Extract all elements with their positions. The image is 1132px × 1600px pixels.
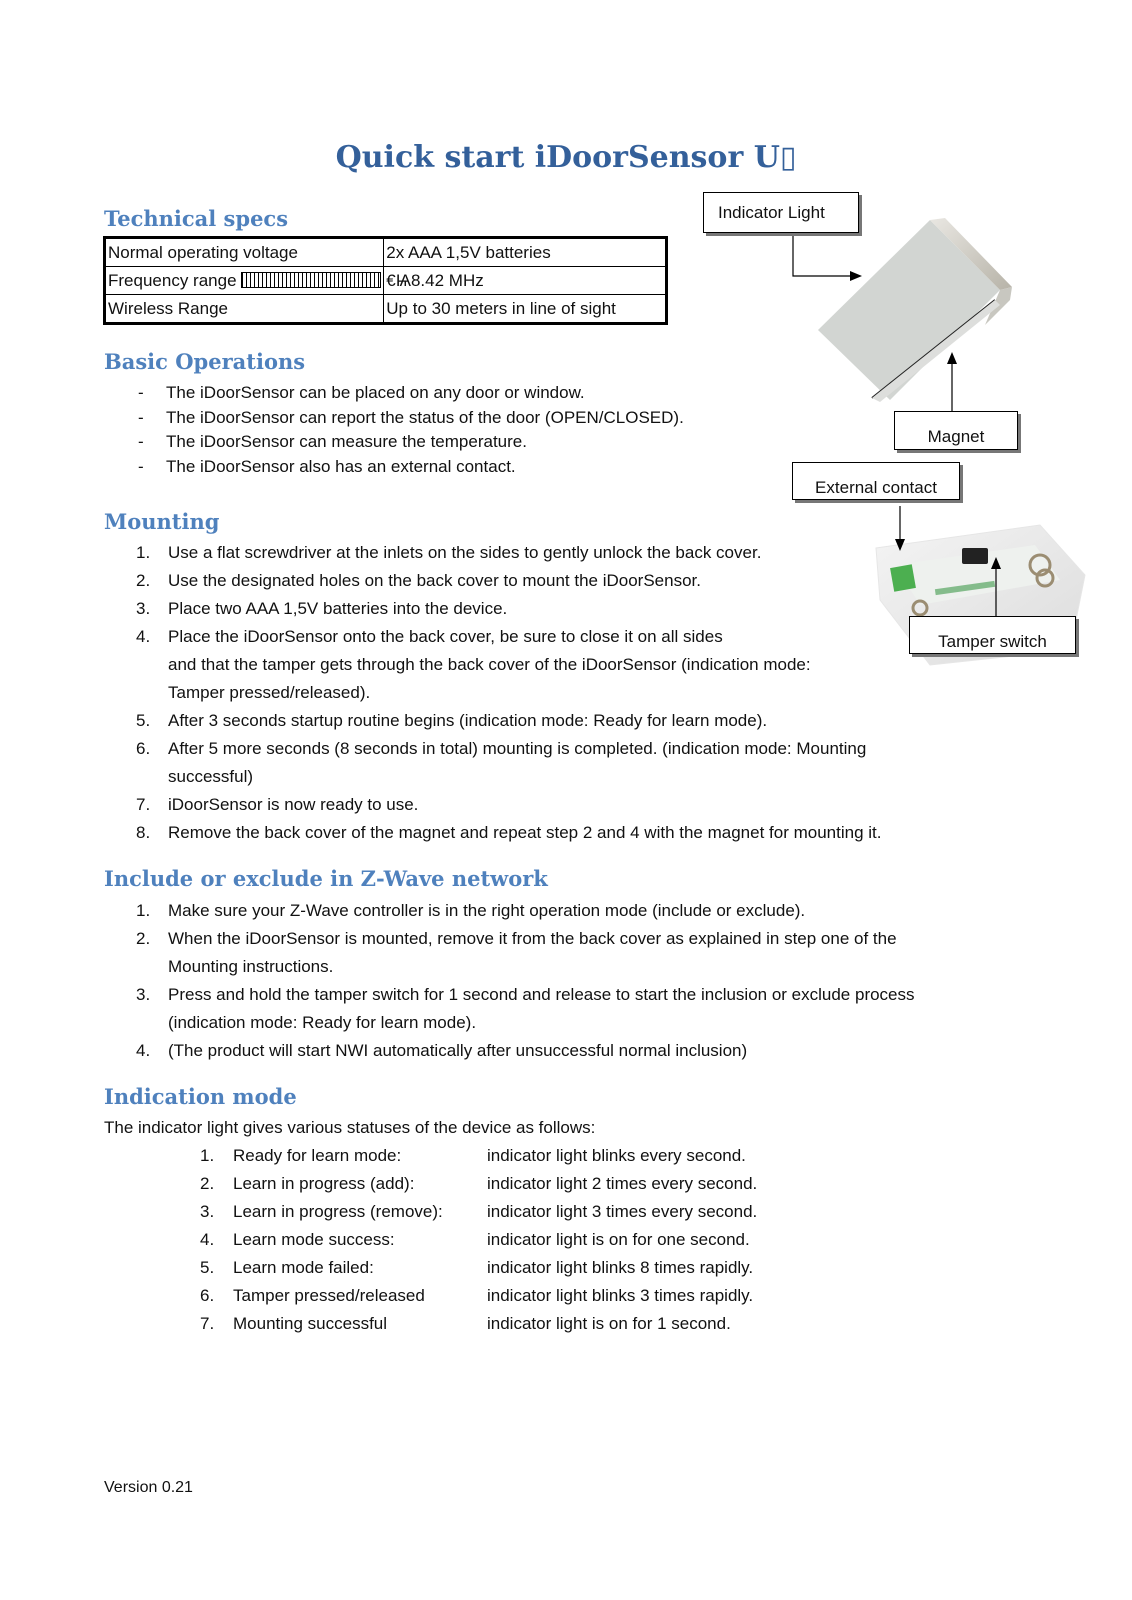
indication-intro: The indicator light gives various status… <box>104 1118 596 1137</box>
indication-description: indicator light 3 times every second. <box>487 1202 758 1221</box>
list-item: 1. Make sure your Z-Wave controller is in… <box>104 897 1004 925</box>
indicator-arrow <box>792 233 858 277</box>
step-number: 3. <box>136 985 151 1004</box>
list-item: 2. When the iDoorSensor is mounted, remov… <box>104 925 1004 981</box>
list-item: 7. iDoorSensor is now ready to use. <box>104 791 964 819</box>
step-text: After 3 seconds startup routine begins (… <box>168 711 768 730</box>
list-item: 4. (The product will start NWI automatica… <box>104 1037 1004 1065</box>
sensor-photo <box>818 218 1012 402</box>
item-number: 3. <box>200 1202 215 1221</box>
step-text: When the iDoorSensor is mounted, remove … <box>168 929 897 948</box>
indication-description: indicator light blinks 3 times rapidly. <box>487 1286 754 1305</box>
list-item: 3. Press and hold the tamper switch for 1… <box>104 981 1004 1037</box>
item-number: 6. <box>200 1286 215 1305</box>
step-text: (The product will start NWI automaticall… <box>168 1041 748 1060</box>
arrowhead-icon <box>947 352 957 364</box>
callout-tamper-switch: Tamper switch <box>909 616 1076 654</box>
indication-description: indicator light blinks 8 times rapidly. <box>487 1258 754 1277</box>
item-number: 1. <box>200 1146 215 1165</box>
step-number: 8. <box>136 823 151 842</box>
step-text: Remove the back cover of the magnet and … <box>168 823 882 842</box>
step-number: 1. <box>136 901 151 920</box>
callout-indicator-light: Indicator Light <box>703 192 859 233</box>
indication-description: indicator light blinks every second. <box>487 1146 746 1165</box>
step-text: Press and hold the tamper switch for 1 s… <box>168 985 915 1004</box>
callout-external-contact: External contact <box>792 462 960 500</box>
indication-mode-name: Ready for learn mode: <box>233 1146 402 1165</box>
version-label: Version 0.21 <box>104 1479 193 1496</box>
indication-description: indicator light 2 times every second. <box>487 1174 758 1193</box>
step-number: 6. <box>136 739 151 758</box>
indication-mode-name: Tamper pressed/released <box>233 1286 425 1305</box>
device-figure <box>792 218 1086 666</box>
step-text: iDoorSensor is now ready to use. <box>168 795 419 814</box>
heading-zwave: Include or exclude in Z-Wave network <box>104 866 548 891</box>
step-number: 2. <box>136 929 151 948</box>
zwave-steps: 1. Make sure your Z-Wave controller is in… <box>104 897 1004 1065</box>
step-text-continued: (indication mode: Ready for learn mode). <box>168 1013 477 1032</box>
indication-mode-name: Mounting successful <box>233 1314 388 1333</box>
indication-mode-name: Learn in progress (remove): <box>233 1202 443 1221</box>
item-number: 2. <box>200 1174 215 1193</box>
list-item: 6. After 5 more seconds (8 seconds in tot… <box>104 735 964 791</box>
indication-mode-name: Learn mode failed: <box>233 1258 374 1277</box>
indication-mode-name: Learn in progress (add): <box>233 1174 415 1193</box>
step-text: Make sure your Z-Wave controller is in t… <box>168 901 806 920</box>
indication-description: indicator light is on for 1 second. <box>487 1314 731 1333</box>
indication-description: indicator light is on for one second. <box>487 1230 750 1249</box>
step-number: 4. <box>136 1041 151 1060</box>
step-text-continued: Mounting instructions. <box>168 957 334 976</box>
list-item: 5. After 3 seconds startup routine begins… <box>104 707 964 735</box>
item-number: 7. <box>200 1314 215 1333</box>
heading-indication-mode: Indication mode <box>104 1084 297 1109</box>
list-item: 8. Remove the back cover of the magnet an… <box>104 819 964 847</box>
step-text-continued: successful) <box>168 767 254 786</box>
indication-mode-name: Learn mode success: <box>233 1230 395 1249</box>
step-number: 5. <box>136 711 151 730</box>
callout-magnet: Magnet <box>894 411 1018 450</box>
item-number: 4. <box>200 1230 215 1249</box>
step-number: 7. <box>136 795 151 814</box>
item-number: 5. <box>200 1258 215 1277</box>
arrowhead-icon <box>850 271 862 281</box>
step-text: After 5 more seconds (8 seconds in total… <box>168 739 867 758</box>
